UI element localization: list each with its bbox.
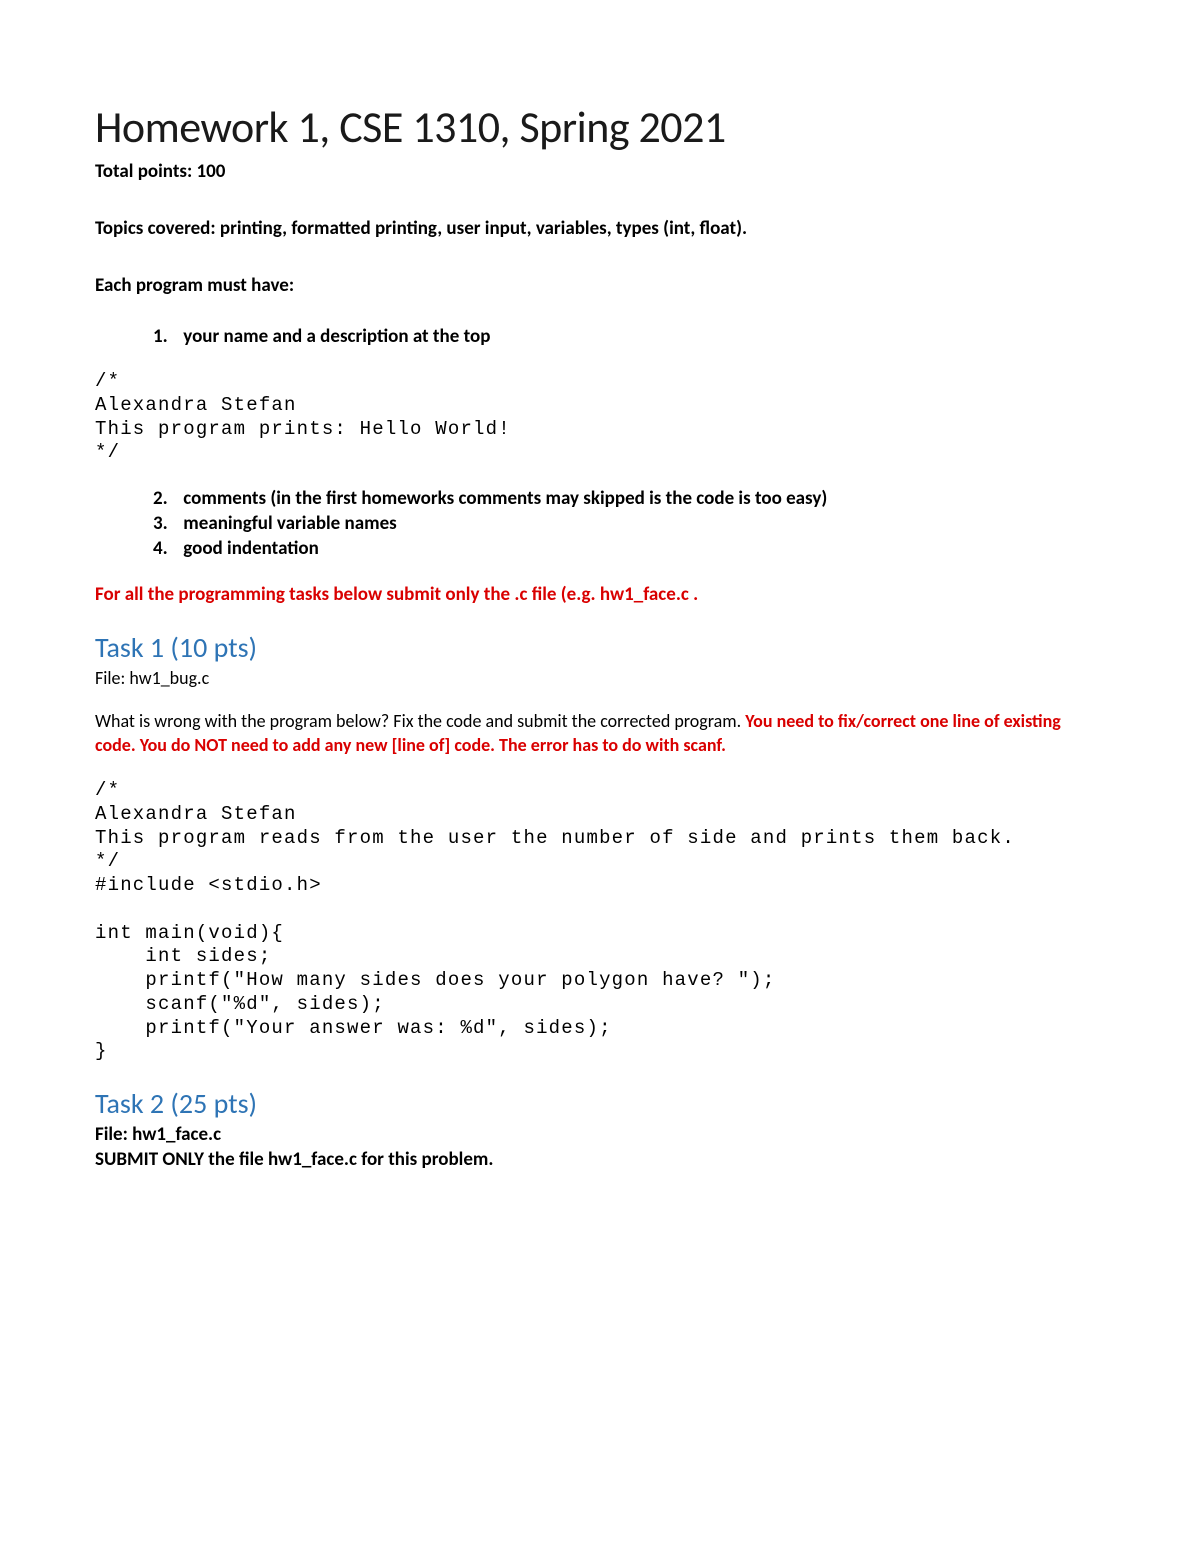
requirements-list-rest: 2. comments (in the first homeworks comm… xyxy=(95,487,1105,560)
requirements-intro: Each program must have: xyxy=(95,274,1105,297)
submit-notice: For all the programming tasks below subm… xyxy=(95,582,1105,608)
list-text: good indentation xyxy=(183,537,319,560)
list-number: 1. xyxy=(153,325,179,348)
task-1-code: /* Alexandra Stefan This program reads f… xyxy=(95,779,1105,1064)
task-1-heading: Task 1 (10 pts) xyxy=(95,630,1105,665)
task-2-file: File: hw1_face.c xyxy=(95,1123,1105,1146)
task-1-description: What is wrong with the program below? Fi… xyxy=(95,709,1105,758)
total-points: Total points: 100 xyxy=(95,160,1105,183)
requirements-list-top: 1. your name and a description at the to… xyxy=(95,325,1105,348)
requirement-3: 3. meaningful variable names xyxy=(153,512,1105,535)
task-2-heading: Task 2 (25 pts) xyxy=(95,1086,1105,1121)
list-number: 3. xyxy=(153,512,179,535)
code-comment-example: /* Alexandra Stefan This program prints:… xyxy=(95,370,1105,465)
list-text: comments (in the first homeworks comment… xyxy=(183,487,827,510)
task-1-file: File: hw1_bug.c xyxy=(95,667,1105,689)
list-number: 4. xyxy=(153,537,179,560)
topics-covered: Topics covered: printing, formatted prin… xyxy=(95,217,1105,240)
list-text: meaningful variable names xyxy=(183,512,396,535)
requirement-2: 2. comments (in the first homeworks comm… xyxy=(153,487,1105,510)
page-title: Homework 1, CSE 1310, Spring 2021 xyxy=(95,100,1105,154)
list-number: 2. xyxy=(153,487,179,510)
task-2-submit: SUBMIT ONLY the file hw1_face.c for this… xyxy=(95,1148,1105,1171)
requirement-4: 4. good indentation xyxy=(153,537,1105,560)
task-1-desc-plain: What is wrong with the program below? Fi… xyxy=(95,710,745,732)
list-text: your name and a description at the top xyxy=(183,325,490,348)
requirement-1: 1. your name and a description at the to… xyxy=(153,325,1105,348)
